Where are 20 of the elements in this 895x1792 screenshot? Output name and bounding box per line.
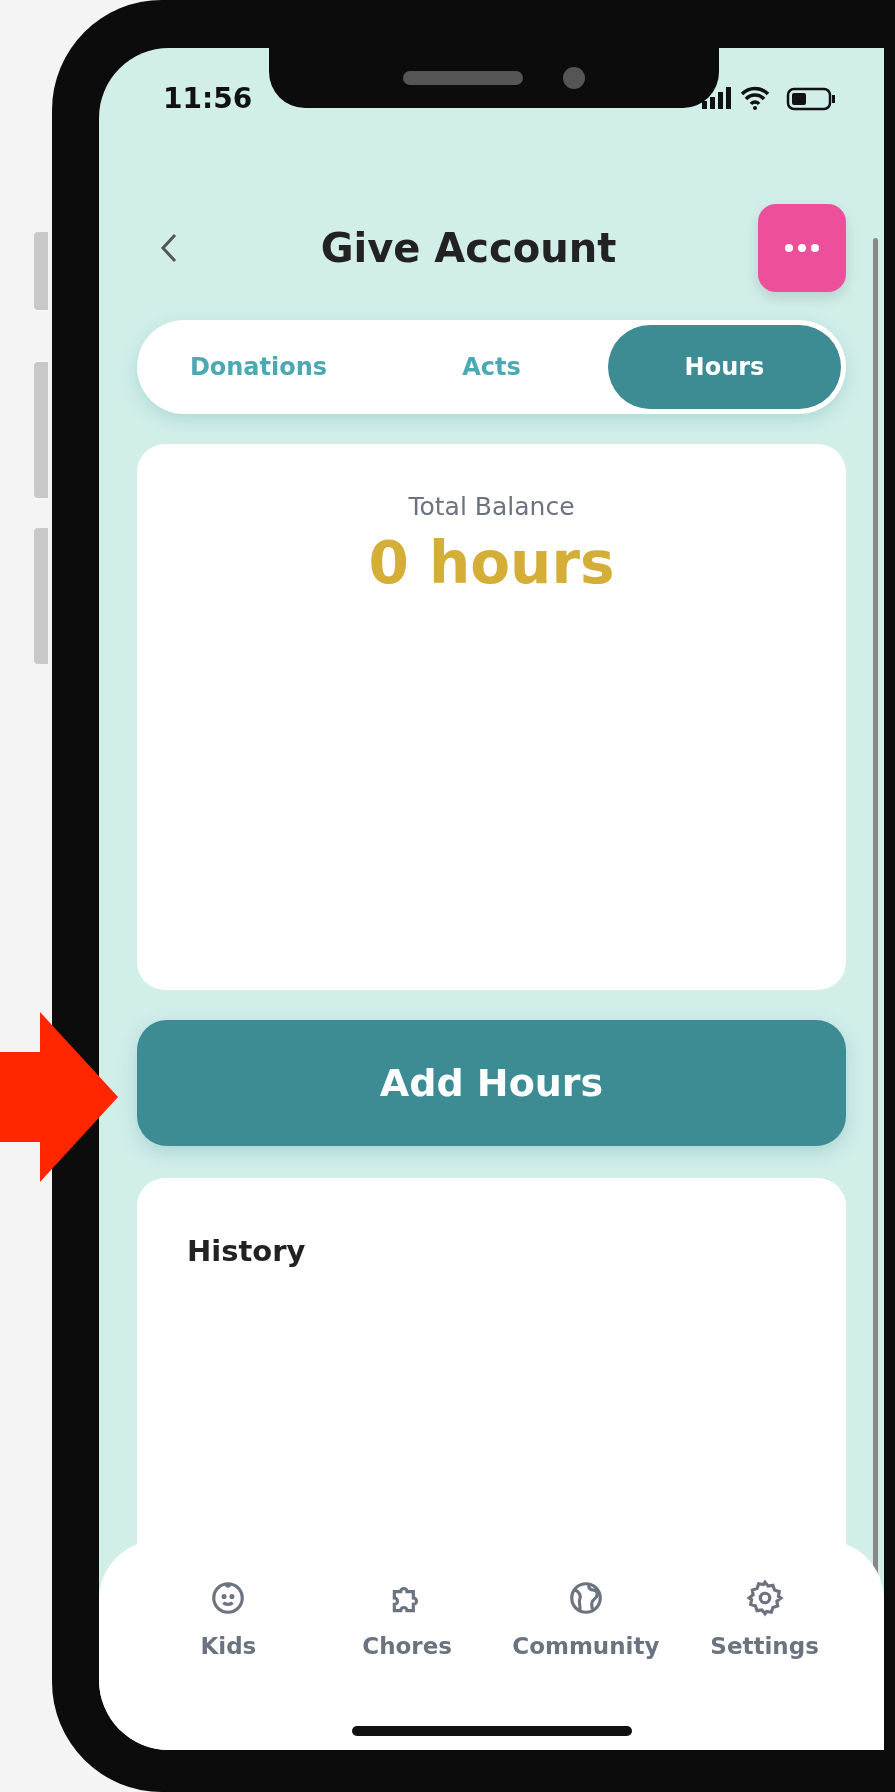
- back-chevron-icon[interactable]: [159, 232, 179, 264]
- camera-dot: [563, 67, 585, 89]
- tab[interactable]: Hours: [608, 325, 841, 409]
- wifi-icon: [740, 86, 770, 110]
- tab[interactable]: Acts: [375, 325, 608, 409]
- balance-value: 0 hours: [368, 529, 615, 597]
- nav-item[interactable]: Chores: [317, 1578, 497, 1678]
- page-title: Give Account: [320, 225, 617, 271]
- ellipsis-icon: [785, 244, 819, 252]
- add-hours-button[interactable]: Add Hours: [137, 1020, 846, 1146]
- more-options-button[interactable]: [758, 204, 846, 292]
- settings-icon: [745, 1579, 784, 1617]
- battery-icon: [786, 87, 835, 111]
- balance-label: Total Balance: [408, 492, 575, 521]
- nav-item[interactable]: Community: [496, 1578, 676, 1678]
- tab[interactable]: Donations: [142, 325, 375, 409]
- nav-item[interactable]: Settings: [675, 1578, 854, 1678]
- nav-item[interactable]: Kids: [139, 1578, 318, 1678]
- status-time: 11:56: [163, 81, 253, 115]
- history-title: History: [187, 1234, 306, 1268]
